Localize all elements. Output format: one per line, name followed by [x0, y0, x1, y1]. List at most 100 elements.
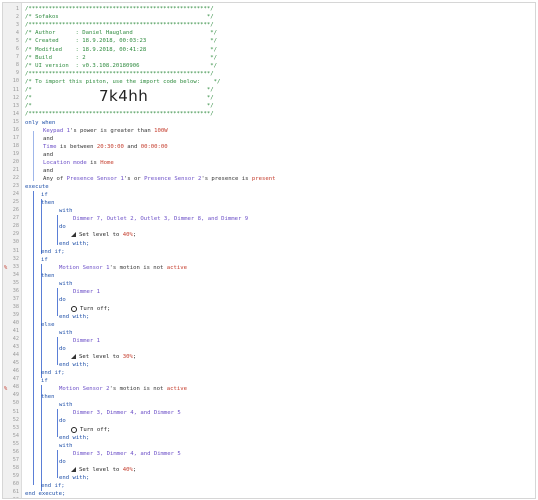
line-number: 14 [12, 110, 19, 117]
line-number: 21 [12, 167, 19, 173]
with-rail [57, 288, 58, 316]
line-number: 23 [12, 183, 19, 190]
task-text: Set level to [79, 467, 123, 473]
end-if-keyword: end if; [41, 249, 65, 255]
device-name[interactable]: Keypad 1 [43, 128, 70, 134]
with-rail [57, 215, 58, 245]
else-keyword: else [41, 322, 55, 328]
execute-rail [33, 191, 34, 485]
set-level-icon [71, 232, 76, 237]
with-keyword[interactable]: with [59, 401, 72, 409]
line-number: 16 [12, 126, 19, 133]
line-number: 43 [12, 344, 19, 351]
if-keyword[interactable]: if [41, 377, 48, 385]
line-number: 24 [12, 191, 19, 198]
with-keyword[interactable]: with [59, 280, 72, 288]
comment-ui-version: /* UI version : v0.3.108.20180906 */ [25, 63, 217, 69]
line-number: 10 [12, 78, 19, 85]
if-keyword[interactable]: if [41, 256, 48, 264]
then-keyword: then [41, 394, 55, 400]
comment-rule: /***************************************… [25, 22, 214, 28]
comment-build: /* Build : 2 */ [25, 55, 217, 61]
condition-line[interactable]: Motion Sensor 1's motion is not active [59, 264, 187, 272]
if-keyword[interactable]: if [41, 191, 48, 199]
end-if-keyword: end if; [41, 370, 65, 376]
condition-text: 's motion is not [109, 265, 167, 271]
comment-created: /* Created : 18.9.2018, 00:03:23 */ [25, 38, 217, 44]
condition-text: 's power is greater than [69, 128, 155, 134]
line-number: 58 [12, 464, 19, 471]
with-keyword[interactable]: with [59, 207, 72, 215]
line-number: 45 [12, 360, 19, 367]
with-rail [57, 409, 58, 437]
only-when-keyword: only when [25, 120, 56, 126]
condition-text: is between [56, 144, 97, 150]
comment-rule: /***************************************… [25, 111, 214, 117]
condition-value: active [166, 265, 188, 271]
condition-line[interactable]: Any of Presence Sensor 1's or Presence S… [43, 175, 275, 183]
device-name[interactable]: Motion Sensor 1 [59, 265, 110, 271]
with-keyword[interactable]: with [59, 442, 72, 450]
device-list[interactable]: Dimmer 3, Dimmer 4, and Dimmer 5 [73, 409, 181, 417]
if-rail [41, 199, 42, 254]
condition-line[interactable]: Location mode is Home [43, 159, 114, 167]
time-value: 20:30:00 [96, 144, 124, 150]
line-number: 2 [15, 14, 19, 21]
do-keyword: do [59, 346, 66, 352]
with-keyword[interactable]: with [59, 329, 72, 337]
line-number: 7 [15, 54, 19, 61]
device-name[interactable]: Location mode [43, 160, 87, 166]
line-number: 44 [12, 352, 19, 359]
task-line[interactable]: Turn off; [71, 426, 110, 434]
power-off-icon [71, 426, 77, 433]
device-list[interactable]: Dimmer 7, Outlet 2, Outlet 3, Dimmer 8, … [73, 215, 248, 223]
and-operator: and [43, 168, 54, 174]
line-number: 19 [12, 150, 19, 157]
device-name[interactable]: Presence Sensor 2 [144, 176, 201, 182]
line-number: 17 [12, 134, 19, 141]
flag-marker: % [4, 386, 8, 392]
line-number: 8 [15, 62, 19, 69]
condition-line[interactable]: Motion Sensor 2's motion is not active [59, 385, 187, 393]
device-list[interactable]: Dimmer 1 [73, 288, 100, 296]
task-line[interactable]: Set level to 30%; [71, 353, 136, 361]
end-with-keyword: end with; [59, 314, 90, 320]
task-end: ; [132, 354, 137, 360]
line-number: 13 [12, 102, 19, 109]
device-list[interactable]: Dimmer 1 [73, 337, 100, 345]
execute-keyword: execute [25, 184, 49, 190]
task-end: ; [132, 467, 137, 473]
comment-rule: /***************************************… [25, 6, 214, 12]
piston-code-view: 1 2 3 4 5 6 7 8 9 10 11 12 13 14 15 16 17 18 19 20 21 22 23 24 2… [2, 2, 536, 499]
line-number: 60 [12, 480, 19, 487]
import-code[interactable]: 7k4hh [99, 87, 148, 105]
end-with-keyword: end with; [59, 435, 90, 441]
task-line[interactable]: Turn off; [71, 305, 110, 313]
task-line[interactable]: Set level to 40%; [71, 466, 136, 474]
line-number: 20 [12, 158, 19, 165]
condition-line[interactable]: Time is between 20:30:00 and 00:00:00 [43, 143, 168, 151]
device-name[interactable]: Time [43, 144, 56, 150]
device-name[interactable]: Presence Sensor 1 [67, 176, 124, 182]
end-with-keyword: end with; [59, 362, 90, 368]
condition-text: 's motion is not [109, 386, 167, 392]
line-number: 51 [12, 408, 19, 415]
device-name[interactable]: Motion Sensor 2 [59, 386, 110, 392]
line-number: 5 [15, 38, 19, 45]
condition-line[interactable]: Keypad 1's power is greater than 100W [43, 127, 168, 135]
end-if-keyword: end if; [41, 483, 65, 489]
end-with-keyword: end with; [59, 241, 90, 247]
comment-modified: /* Modified : 18.9.2018, 00:41:28 */ [25, 47, 217, 53]
device-list[interactable]: Dimmer 3, Dimmer 4, and Dimmer 5 [73, 450, 181, 458]
do-keyword: do [59, 459, 66, 465]
set-level-icon [71, 354, 76, 359]
line-number: 6 [15, 46, 19, 53]
line-number: 26 [12, 207, 19, 214]
line-number: 18 [12, 142, 19, 149]
line-number: 46 [12, 368, 19, 375]
task-line[interactable]: Set level to 40%; [71, 231, 136, 239]
line-number: 31 [12, 247, 19, 254]
level-value: 40% [122, 232, 133, 238]
line-number: 61 [12, 489, 19, 495]
restriction-rail [33, 131, 34, 181]
